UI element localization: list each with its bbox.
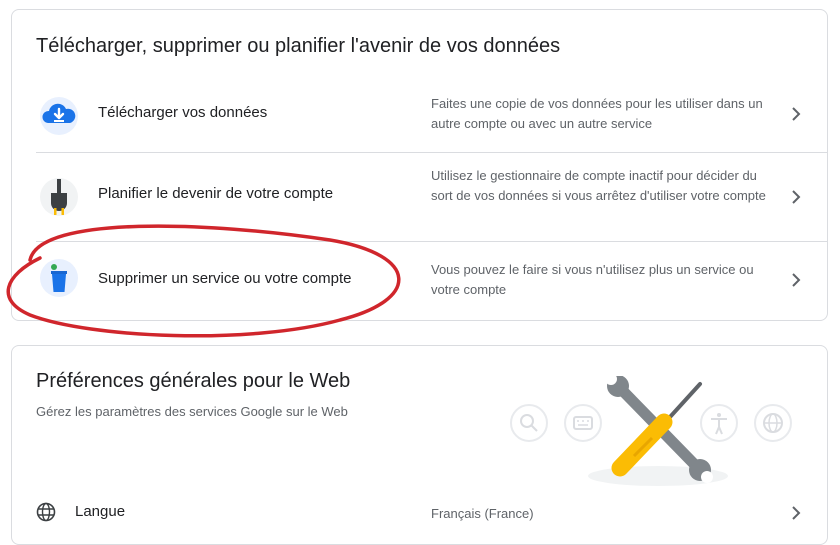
search-icon [510,404,548,442]
chevron-right-icon [792,506,801,520]
web-preferences-card: Préférences générales pour le Web Gérez … [11,345,828,545]
tools-icon [588,376,728,486]
globe-icon [36,502,56,522]
inactive-account-row[interactable]: Planifier le devenir de votre compte Uti… [36,153,829,241]
row-label: Supprimer un service ou votre compte [98,270,352,287]
section-title: Télécharger, supprimer ou planifier l'av… [36,35,561,57]
delete-service-row[interactable]: Supprimer un service ou votre compte Vou… [36,242,829,322]
row-description: Utilisez le gestionnaire de compte inact… [431,168,766,203]
download-data-row[interactable]: Télécharger vos données Faites une copie… [36,84,829,152]
row-label: Télécharger vos données [98,104,268,121]
preferences-illustration [508,376,808,486]
chevron-right-icon [792,107,801,121]
chevron-right-icon [792,273,801,287]
language-label: Langue [75,503,126,520]
cloud-download-icon [40,97,78,135]
row-label: Planifier le devenir de votre compte [98,185,334,202]
row-description: Vous pouvez le faire si vous n'utilisez … [431,262,754,297]
language-row[interactable]: Langue Français (France) [36,494,829,530]
section-title: Préférences générales pour le Web [36,370,351,392]
section-subtitle: Gérez les paramètres des services Google… [36,404,348,419]
trash-bin-icon [40,259,78,297]
power-plug-icon [40,178,78,216]
data-management-card: Télécharger, supprimer ou planifier l'av… [11,9,828,321]
chevron-right-icon [792,190,801,204]
row-description: Faites une copie de vos données pour les… [431,96,763,131]
language-value: Français (France) [431,506,534,521]
